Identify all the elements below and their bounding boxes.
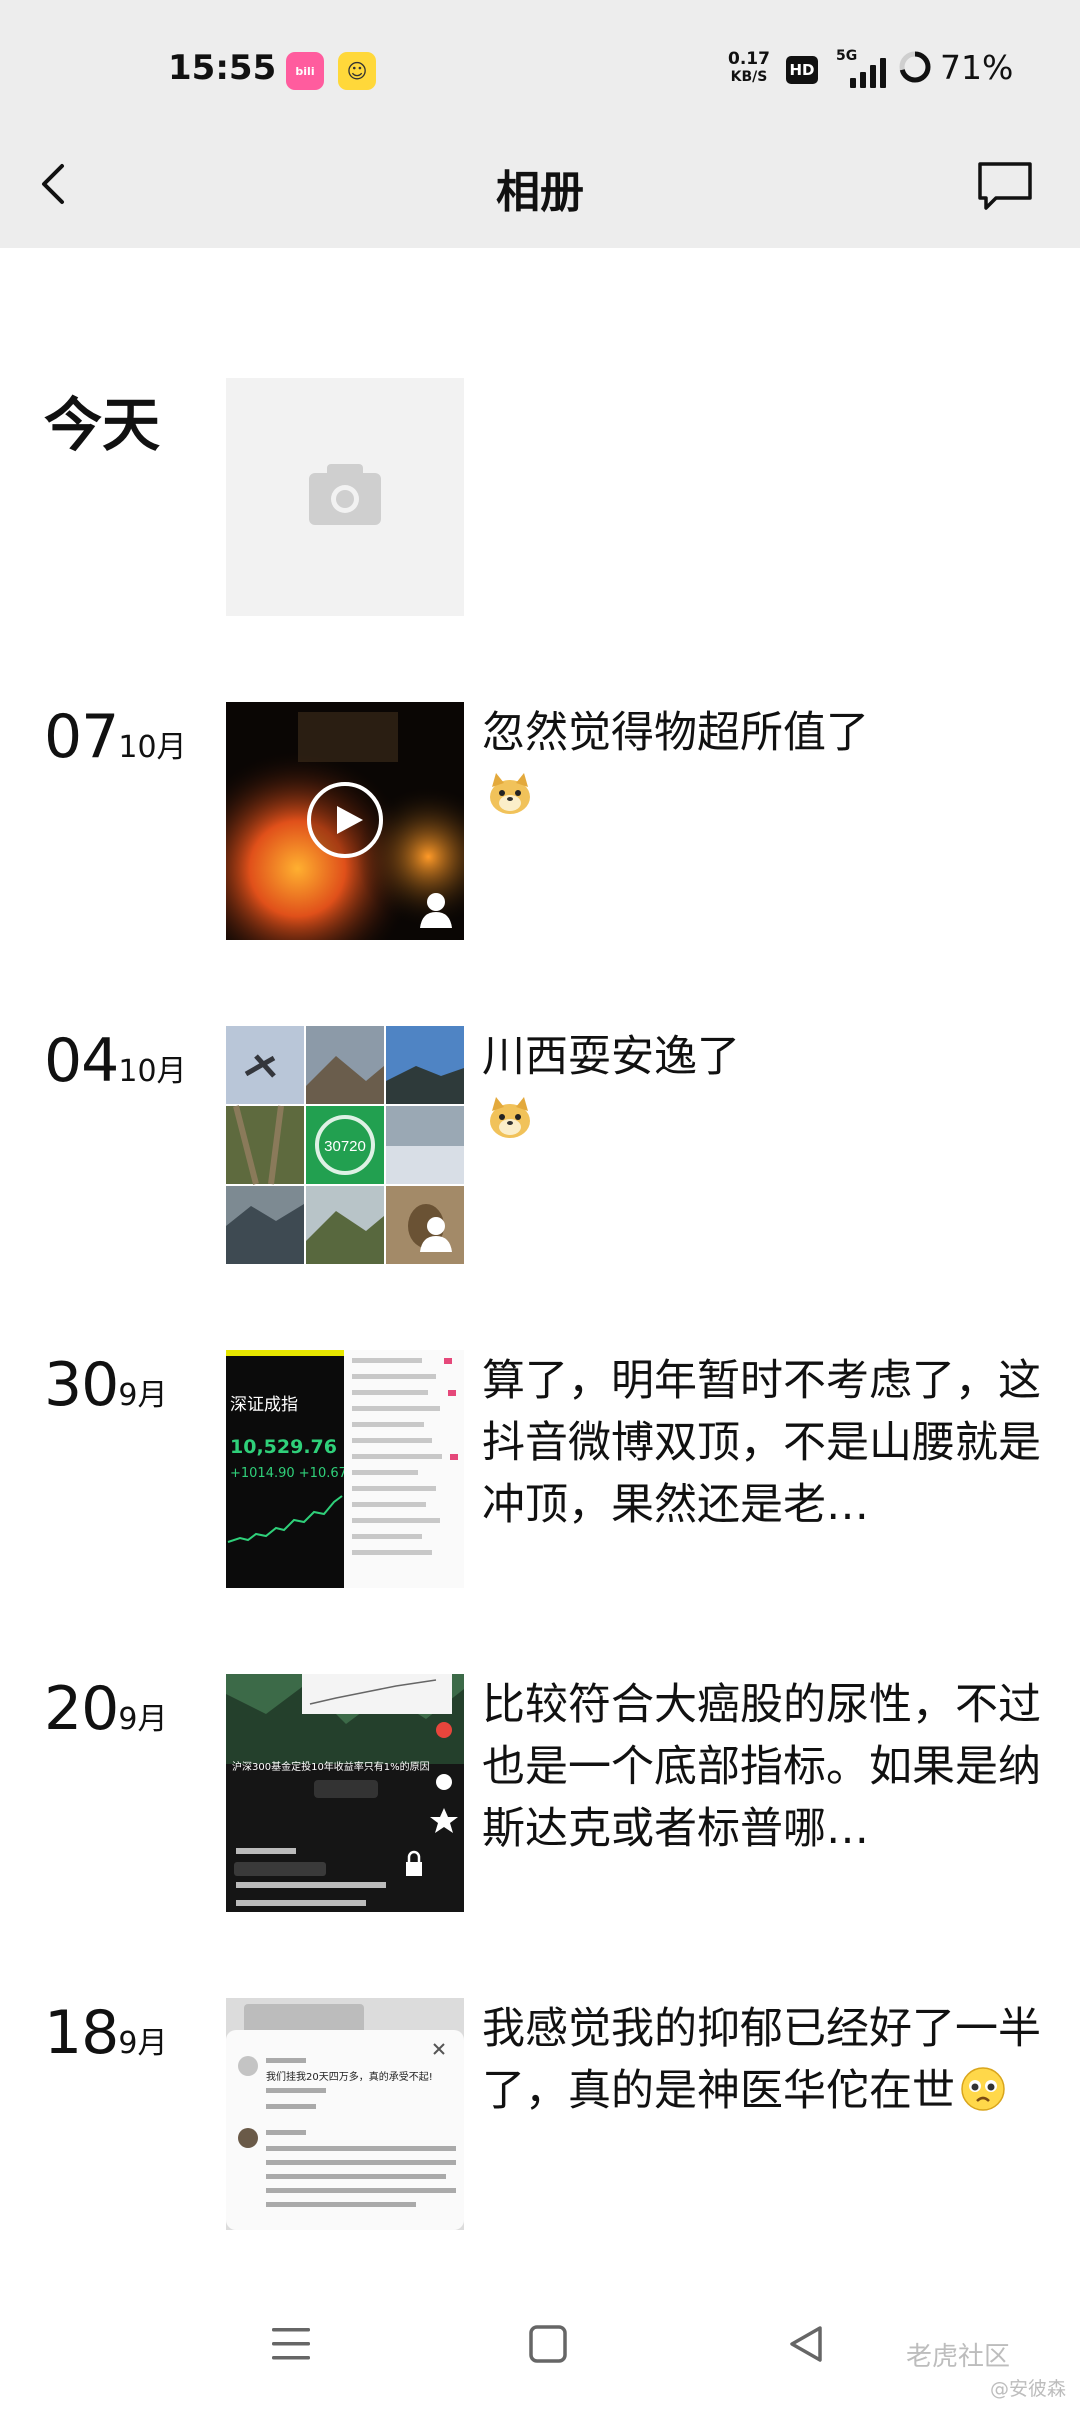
date-month: 10月: [118, 1054, 187, 1089]
status-time: 15:55: [168, 48, 277, 88]
stock-line-image: [227, 1495, 343, 1543]
visibility-person-icon: [420, 893, 452, 928]
caption-text: 算了，明年暂时不考虑了，这抖音微博双顶，不是山腰就是冲顶，果然还是老…: [482, 1356, 1041, 1530]
comment-icon[interactable]: [976, 160, 1034, 212]
page-title: 相册: [496, 167, 584, 218]
screenshot-thumbnail[interactable]: 深证成指 10,529.76 +1014.90 +10.67%: [226, 1350, 464, 1588]
watermark-text: 老虎社区: [906, 2342, 1011, 2372]
grid-step-count: 30720: [324, 1138, 366, 1155]
date-label: 0710月: [44, 702, 187, 772]
doge-emoji-icon: [490, 1097, 530, 1138]
stock-index-value: 10,529.76: [230, 1436, 337, 1458]
pleading-emoji-icon: [961, 2067, 1005, 2111]
video-thumbnail[interactable]: [226, 702, 464, 940]
date-month: 9月: [118, 1378, 168, 1413]
stock-index-change: +1014.90 +10.67%: [230, 1466, 360, 1481]
triangle-back-icon[interactable]: [786, 2324, 826, 2364]
screenshot-thumbnail[interactable]: 我们挂我20天四万多，真的承受不起!: [226, 1998, 464, 2230]
caption-text: 比较符合大癌股的尿性，不过也是一个底部指标。如果是纳斯达克或者标普哪…: [482, 1680, 1041, 1854]
date-day: 20: [44, 1674, 119, 1744]
post-caption[interactable]: 我感觉我的抑郁已经好了一半了，真的是神医华佗在世: [482, 1998, 1042, 2122]
date-label: 189月: [44, 1998, 167, 2068]
net-speed-unit: KB/S: [730, 69, 768, 85]
battery-percent: 71%: [940, 48, 1014, 87]
post-caption[interactable]: 算了，明年暂时不考虑了，这抖音微博双顶，不是山腰就是冲顶，果然还是老…: [482, 1350, 1042, 1536]
caption-text: 忽然觉得物超所值了: [482, 708, 869, 758]
stock-panel: 深证成指 10,529.76 +1014.90 +10.67%: [226, 1350, 359, 1588]
watermark-sub: @安彼森: [990, 2378, 1067, 2400]
battery-icon: [899, 51, 931, 83]
date-month: 9月: [118, 2026, 168, 2061]
date-day: 07: [44, 702, 119, 772]
visibility-person-icon: [420, 1217, 452, 1252]
date-label: 309月: [44, 1350, 167, 1420]
photo-grid-thumbnail[interactable]: 30720: [226, 1026, 464, 1264]
hot-list-image: [352, 1358, 458, 1555]
stock-panel-bar: [226, 1350, 344, 1356]
screenshot-thumbnail[interactable]: 沪深300基金定投10年收益率只有1%的原因: [226, 1674, 464, 1912]
play-icon[interactable]: [305, 780, 385, 860]
signal-icon: [830, 50, 888, 88]
date-day: 04: [44, 1026, 119, 1096]
post-caption[interactable]: 比较符合大癌股的尿性，不过也是一个底部指标。如果是纳斯达克或者标普哪…: [482, 1674, 1042, 1860]
video-screenshot-caption: 沪深300基金定投10年收益率只有1%的原因: [232, 1762, 430, 1773]
doge-emoji-icon: [490, 773, 530, 814]
caption-text: 我感觉我的抑郁已经好了一半了，真的是神医华佗在世: [482, 2004, 1041, 2116]
home-icon[interactable]: [528, 2324, 568, 2364]
date-today: 今天: [44, 391, 161, 459]
camera-icon: [309, 464, 381, 525]
post-caption[interactable]: 忽然觉得物超所值了: [482, 702, 1042, 826]
date-label: 209月: [44, 1674, 167, 1744]
hot-list-panel: [344, 1350, 464, 1588]
add-photo-button[interactable]: [226, 378, 464, 616]
net-speed-value: 0.17: [728, 49, 770, 69]
post-caption[interactable]: 川西耍安逸了: [482, 1026, 1042, 1150]
date-month: 9月: [118, 1702, 168, 1737]
date-label: 0410月: [44, 1026, 187, 1096]
menu-icon[interactable]: [270, 2324, 312, 2364]
caption-text: 川西耍安逸了: [482, 1032, 740, 1082]
bilibili-app-icon: bili: [286, 52, 324, 90]
date-day: 30: [44, 1350, 119, 1420]
stock-index-name: 深证成指: [230, 1395, 298, 1415]
net-speed: 0.17 KB/S: [728, 50, 770, 86]
date-label: 今天: [44, 378, 160, 462]
comment-screenshot-image: [226, 1998, 464, 2230]
hd-badge: HD: [786, 56, 818, 84]
video-screenshot-image: [226, 1674, 464, 1912]
ya-app-icon: ☺: [338, 52, 376, 90]
comment-screenshot-text: 我们挂我20天四万多，真的承受不起!: [266, 2068, 456, 2083]
date-day: 18: [44, 1998, 119, 2068]
date-month: 10月: [118, 730, 187, 765]
